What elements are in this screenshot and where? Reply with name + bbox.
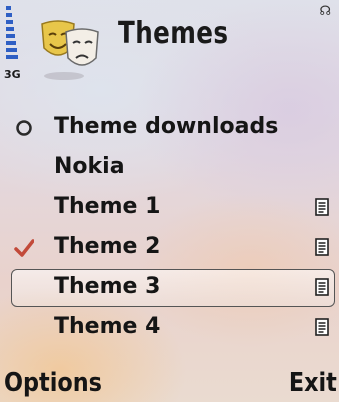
signal-strength-icon — [6, 6, 20, 66]
theatre-masks-icon — [41, 20, 99, 80]
document-icon — [315, 198, 329, 216]
document-icon — [315, 278, 329, 296]
list-item-theme-2[interactable]: Theme 2 — [0, 228, 339, 268]
list-item-theme-4[interactable]: Theme 4 — [0, 308, 339, 348]
list-item-label: Nokia — [54, 154, 125, 179]
globe-icon — [16, 120, 32, 136]
list-item-label: Theme 2 — [54, 234, 161, 259]
list-item-theme-downloads[interactable]: Theme downloads — [0, 108, 339, 148]
list-item-theme-3[interactable]: Theme 3 — [0, 268, 339, 308]
theme-list: Theme downloads Nokia Theme 1 Theme 2 Th… — [0, 108, 339, 348]
headset-icon: ☊ — [319, 4, 331, 19]
list-item-nokia[interactable]: Nokia — [0, 148, 339, 188]
list-item-label: Theme 1 — [54, 194, 161, 219]
softkey-bar: Options Exit — [0, 362, 339, 402]
list-item-theme-1[interactable]: Theme 1 — [0, 188, 339, 228]
network-indicator: 3G — [4, 68, 21, 81]
exit-softkey[interactable]: Exit — [289, 368, 337, 398]
options-softkey[interactable]: Options — [4, 368, 102, 398]
document-icon — [315, 318, 329, 336]
list-item-label: Theme 4 — [54, 314, 161, 339]
document-icon — [315, 238, 329, 256]
list-item-label: Theme 3 — [54, 274, 161, 299]
page-title: Themes — [118, 16, 229, 51]
list-item-label: Theme downloads — [54, 114, 279, 139]
checkmark-icon — [14, 239, 34, 257]
